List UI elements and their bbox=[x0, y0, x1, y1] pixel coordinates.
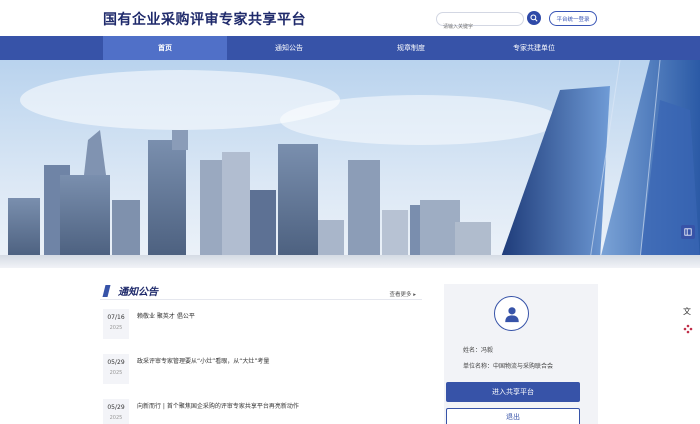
side-panel-icon bbox=[684, 228, 692, 236]
translate-icon[interactable]: 文 bbox=[682, 305, 694, 317]
notice-item[interactable]: 07/16 2025 赖敬业 聚英才 倡公平 bbox=[100, 309, 422, 341]
section-accent-bar bbox=[102, 285, 111, 297]
chevron-right-icon: ▸ bbox=[413, 292, 416, 298]
user-unit-row: 单位名称：中国物流与采购联合会 bbox=[463, 361, 553, 370]
nav-item-regulations[interactable]: 规章制度 bbox=[349, 36, 473, 60]
notice-date-year: 2025 bbox=[109, 415, 123, 421]
notice-date-year: 2025 bbox=[109, 325, 123, 331]
user-unit-label: 单位名称： bbox=[463, 363, 494, 370]
site-title: 国有企业采购评审专家共享平台 bbox=[103, 12, 306, 28]
translate-glyph: 文 bbox=[683, 306, 691, 316]
notice-title[interactable]: 向新而行 | 首个聚焦国企采购的评审专家共享平台再亮新动作 bbox=[137, 401, 299, 410]
city-skyline-image bbox=[0, 60, 700, 268]
main-nav: 首页 通知公告 规章制度 专家共建单位 bbox=[0, 36, 700, 60]
avatar bbox=[494, 296, 529, 331]
site-header: 国有企业采购评审专家共享平台 平台统一登录 bbox=[0, 0, 700, 36]
notice-date-md: 07/16 bbox=[107, 314, 125, 321]
notice-date-md: 05/29 bbox=[107, 359, 125, 366]
side-float-button[interactable] bbox=[681, 225, 695, 239]
unified-login-button[interactable]: 平台统一登录 bbox=[549, 11, 597, 26]
enter-platform-button[interactable]: 进入共享平台 bbox=[446, 382, 580, 402]
view-more-link[interactable]: 查看更多 ▸ bbox=[389, 290, 416, 298]
view-more-label: 查看更多 bbox=[389, 292, 412, 298]
nav-item-notices[interactable]: 通知公告 bbox=[227, 36, 351, 60]
notice-item[interactable]: 05/29 2025 向新而行 | 首个聚焦国企采购的评审专家共享平台再亮新动作 bbox=[100, 399, 422, 424]
user-profile-card: 姓名：冯毅 单位名称：中国物流与采购联合会 进入共享平台 退出 bbox=[444, 284, 598, 424]
search-input[interactable] bbox=[443, 21, 523, 33]
notices-header: 通知公告 查看更多 ▸ bbox=[100, 282, 422, 300]
notice-date-year: 2025 bbox=[109, 370, 123, 376]
search-box[interactable] bbox=[436, 12, 524, 33]
user-name-value: 冯毅 bbox=[481, 347, 494, 354]
notice-date: 07/16 2025 bbox=[103, 309, 129, 339]
search-button[interactable] bbox=[527, 11, 541, 25]
search-icon bbox=[530, 14, 538, 22]
notice-date: 05/29 2025 bbox=[103, 354, 129, 384]
notice-title[interactable]: 赖敬业 聚英才 倡公平 bbox=[137, 311, 195, 320]
logout-button[interactable]: 退出 bbox=[446, 408, 580, 424]
notice-date: 05/29 2025 bbox=[103, 399, 129, 424]
notices-divider bbox=[100, 299, 422, 300]
user-name-row: 姓名：冯毅 bbox=[463, 345, 493, 354]
user-name-label: 姓名： bbox=[463, 347, 482, 354]
nav-item-home[interactable]: 首页 bbox=[103, 36, 227, 60]
user-unit-value: 中国物流与采购联合会 bbox=[493, 363, 554, 370]
notices-section: 通知公告 查看更多 ▸ 07/16 2025 赖敬业 聚英才 倡公平 05/29… bbox=[100, 282, 422, 424]
notices-title: 通知公告 bbox=[118, 287, 158, 298]
svg-text:文: 文 bbox=[683, 306, 691, 316]
notice-date-md: 05/29 bbox=[107, 404, 125, 411]
apps-icon[interactable] bbox=[682, 323, 694, 335]
nav-item-partner-units[interactable]: 专家共建单位 bbox=[472, 36, 596, 60]
hero-banner bbox=[0, 60, 700, 268]
notice-item[interactable]: 05/29 2025 政采评审专家管理要从“小灶”看眼，从“大灶”考量 bbox=[100, 354, 422, 386]
notice-title[interactable]: 政采评审专家管理要从“小灶”看眼，从“大灶”考量 bbox=[137, 356, 269, 365]
apps-glyph bbox=[683, 324, 693, 334]
user-icon bbox=[504, 306, 519, 322]
